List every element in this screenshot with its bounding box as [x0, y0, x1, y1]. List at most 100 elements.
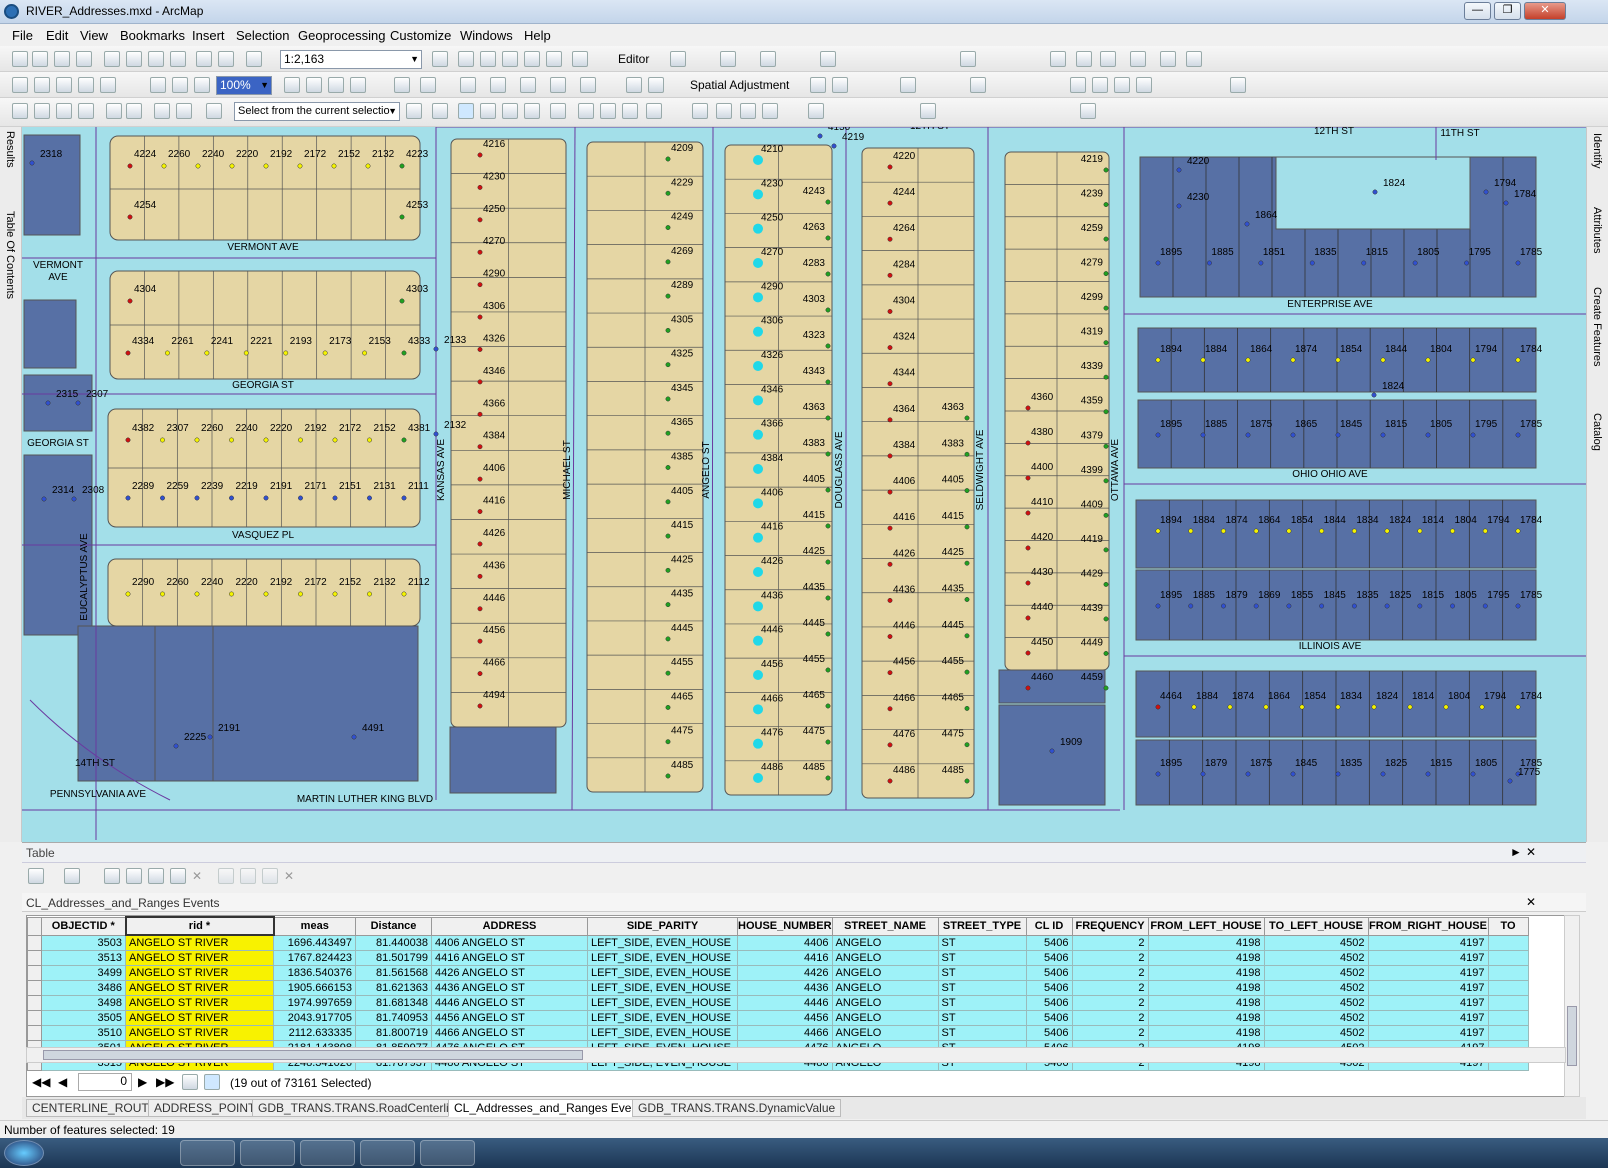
binoculars-icon[interactable]	[578, 103, 594, 119]
menu-bookmarks[interactable]: Bookmarks	[120, 28, 185, 43]
column-header[interactable]: TO	[1487, 916, 1529, 936]
html-popup-icon[interactable]	[502, 103, 518, 119]
georef4-icon[interactable]	[78, 77, 94, 93]
layout3-icon[interactable]	[194, 77, 210, 93]
table-cell[interactable]: 4502	[1263, 964, 1369, 981]
overview-icon[interactable]	[716, 103, 732, 119]
table-cell[interactable]: 81.740953	[355, 1009, 432, 1026]
copy-selected-icon[interactable]	[218, 868, 234, 884]
sketch-icon[interactable]	[760, 51, 776, 67]
table-cell[interactable]: ST	[937, 949, 1027, 966]
table-cell[interactable]: 4198	[1147, 1024, 1265, 1041]
map-view[interactable]: VERMONT AVE GEORGIA ST VASQUEZ PL GEORGIA S…	[22, 127, 1586, 842]
select-elements-icon[interactable]	[810, 77, 826, 93]
table-cell[interactable]: 5406	[1025, 1009, 1073, 1026]
fix-topology-icon[interactable]	[1130, 51, 1146, 67]
scroll-thumb[interactable]	[1567, 1006, 1577, 1066]
attributes-tab[interactable]: Attributes	[1591, 207, 1603, 253]
table-cell[interactable]: 4197	[1367, 994, 1489, 1011]
new-icon[interactable]	[12, 51, 28, 67]
pin-icon[interactable]: ►	[1510, 845, 1522, 859]
table-cell[interactable]: 3505	[41, 1009, 126, 1026]
table-cell[interactable]: 81.440038	[355, 934, 432, 951]
straight-segment-icon[interactable]	[720, 51, 736, 67]
table-cell[interactable]: 4416	[737, 949, 833, 966]
table-cell[interactable]: ANGELO	[831, 964, 939, 981]
georef5-icon[interactable]	[100, 77, 116, 93]
table-cell[interactable]: 2	[1071, 1009, 1149, 1026]
column-header[interactable]: SIDE_PARITY	[587, 916, 738, 936]
layout2-icon[interactable]	[172, 77, 188, 93]
table-cell[interactable]: 2	[1071, 964, 1149, 981]
redo-icon[interactable]	[218, 51, 234, 67]
table-cell[interactable]: 4197	[1367, 1024, 1489, 1041]
taskbar-app-2[interactable]	[240, 1140, 295, 1166]
identify-tab[interactable]: Identify	[1591, 133, 1603, 168]
goto-xy-icon[interactable]	[646, 103, 662, 119]
last-record-icon[interactable]: ▶▶	[156, 1075, 174, 1089]
python-icon[interactable]	[546, 51, 562, 67]
table-row[interactable]: 3486 ANGELO ST RIVER 1905.666153 81.621363 4…	[27, 979, 1529, 996]
table-row[interactable]: 3505 ANGELO ST RIVER 2043.917705 81.740953 4…	[27, 1009, 1529, 1026]
reshape-icon[interactable]	[920, 103, 936, 119]
row-selector[interactable]	[27, 1024, 42, 1041]
edit-tool-icon[interactable]	[670, 51, 686, 67]
print-icon[interactable]	[76, 51, 92, 67]
table-cell[interactable]: 1974.997659	[273, 994, 356, 1011]
route2-icon[interactable]	[420, 77, 436, 93]
page3-icon[interactable]	[328, 77, 344, 93]
back-icon[interactable]	[154, 103, 170, 119]
table-cell[interactable]: ANGELO ST RIVER	[125, 1009, 274, 1026]
close-button[interactable]: ✕	[1524, 2, 1566, 20]
new-displacement-icon[interactable]	[832, 77, 848, 93]
print-preview-icon[interactable]	[1230, 77, 1246, 93]
table-cell[interactable]: ST	[937, 934, 1027, 951]
row-selector[interactable]	[27, 934, 42, 951]
table-cell[interactable]	[1487, 964, 1529, 981]
table-cell[interactable]: ST	[937, 979, 1027, 996]
column-header[interactable]: CL ID	[1025, 916, 1073, 936]
zoom-to-selected-icon[interactable]	[170, 868, 186, 884]
table-cell[interactable]: 2	[1071, 934, 1149, 951]
table-cell[interactable]: 2043.917705	[273, 1009, 356, 1026]
identify-icon[interactable]	[458, 103, 474, 119]
georef2-icon[interactable]	[34, 77, 50, 93]
table-cell[interactable]: ST	[937, 1009, 1027, 1026]
table-cell[interactable]: ANGELO ST RIVER	[125, 964, 274, 981]
scroll-thumb[interactable]	[43, 1050, 583, 1060]
table-cell[interactable]: 81.501799	[355, 949, 432, 966]
previous-record-icon[interactable]: ◀	[58, 1075, 67, 1089]
record-position-input[interactable]: 0	[78, 1073, 132, 1091]
table-cell[interactable]: 3510	[41, 1024, 126, 1041]
table-cell[interactable]: ST	[937, 964, 1027, 981]
tab-dynamic-value[interactable]: GDB_TRANS.TRANS.DynamicValue	[632, 1099, 842, 1117]
selection-method-combo[interactable]: Select from the current selectio ▼	[234, 102, 400, 121]
snapping4-icon[interactable]	[1136, 77, 1152, 93]
table-cell[interactable]: 3503	[41, 934, 126, 951]
column-header[interactable]: FREQUENCY	[1071, 916, 1149, 936]
table-cell[interactable]: 4198	[1147, 934, 1265, 951]
results-tab[interactable]: Results	[4, 131, 16, 168]
snapping3-icon[interactable]	[1114, 77, 1130, 93]
first-record-icon[interactable]: ◀◀	[32, 1075, 50, 1089]
table-cell[interactable]: 3513	[41, 949, 126, 966]
table-cell[interactable]: 2	[1071, 994, 1149, 1011]
table-cell[interactable]: ANGELO ST RIVER	[125, 949, 274, 966]
table-cell[interactable]: 5406	[1025, 1024, 1073, 1041]
table-cell[interactable]: ST	[937, 994, 1027, 1011]
table-cell[interactable]	[1487, 1024, 1529, 1041]
grid-icon[interactable]	[900, 77, 916, 93]
map-canvas[interactable]: VERMONT AVE GEORGIA ST VASQUEZ PL GEORGIA S…	[22, 127, 1586, 842]
table-row[interactable]: 3510 ANGELO ST RIVER 2112.633335 81.800719 4…	[27, 1024, 1529, 1041]
table-cell[interactable]: 4446 ANGELO ST	[431, 994, 588, 1011]
fixed-zoom-in-icon[interactable]	[106, 103, 122, 119]
menu-selection[interactable]: Selection	[236, 28, 289, 43]
create-features-tab[interactable]: Create Features	[1591, 287, 1603, 366]
close-icon[interactable]: ✕	[1526, 845, 1536, 859]
table-row[interactable]: 3499 ANGELO ST RIVER 1836.540376 81.561568 4…	[27, 964, 1529, 981]
georef-icon[interactable]	[12, 77, 28, 93]
table-cell[interactable]	[1487, 949, 1529, 966]
table-options-icon[interactable]	[28, 868, 44, 884]
table-of-contents-tab[interactable]: Table Of Contents	[4, 211, 16, 299]
table-cell[interactable]: LEFT_SIDE, EVEN_HOUSE	[587, 1024, 738, 1041]
